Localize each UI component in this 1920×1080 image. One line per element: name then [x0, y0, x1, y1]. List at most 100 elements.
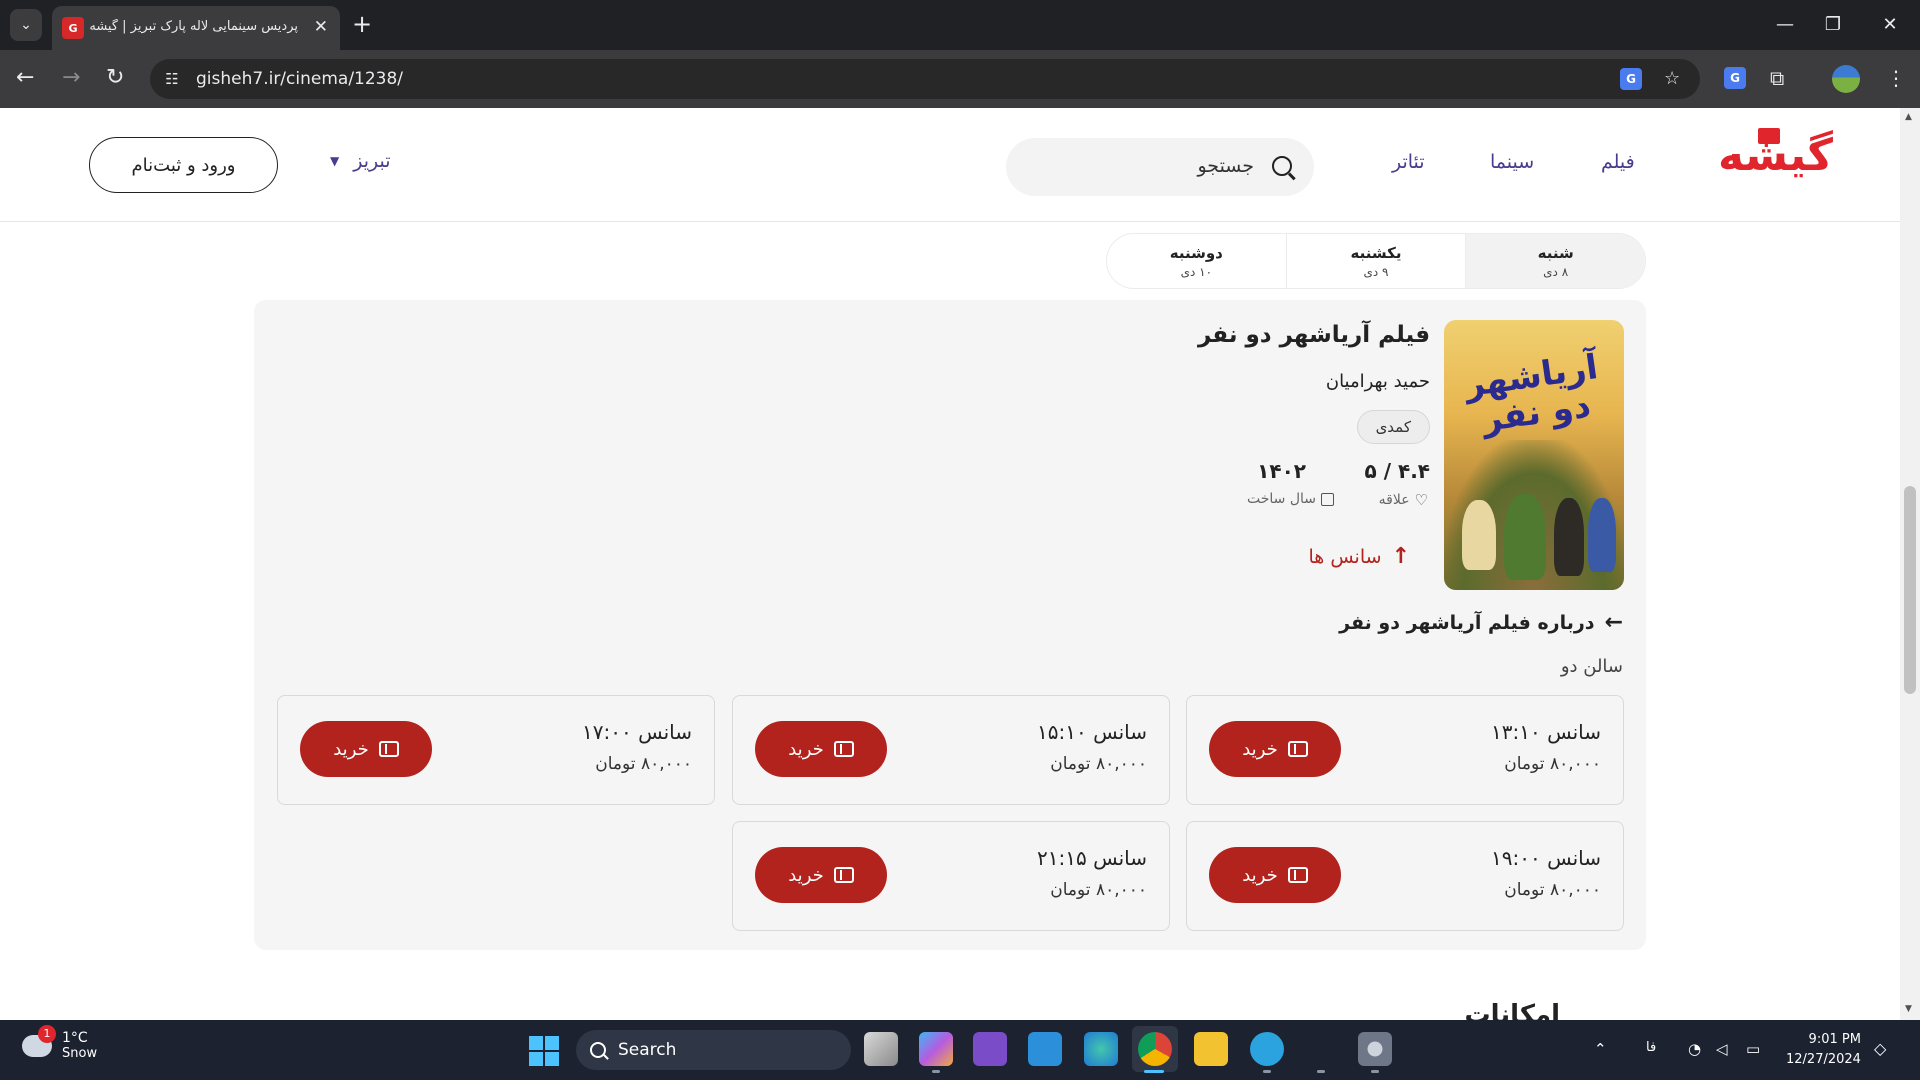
day-date: ۱۰ دی — [1180, 264, 1213, 279]
windows-start-icon[interactable] — [529, 1036, 559, 1066]
scroll-thumb[interactable] — [1904, 486, 1916, 694]
day-tab-sunday[interactable]: یکشنبه ۹ دی — [1285, 234, 1466, 288]
nav-link-theater[interactable]: تئاتر — [1392, 151, 1425, 173]
browser-tab[interactable]: G پردیس سینمایی لاله پارک تبریز | گیشه ✕ — [52, 6, 340, 50]
about-movie-link[interactable]: ← درباره فیلم آریاشهر دو نفر — [1339, 610, 1623, 635]
notification-bell-icon[interactable]: ◇ — [1874, 1039, 1886, 1058]
system-clock[interactable]: 9:01 PM 12/27/2024 — [1786, 1030, 1861, 1070]
site-logo[interactable]: گیشه — [1718, 130, 1835, 181]
showtime-price: ۸۰,۰۰۰ تومان — [1050, 754, 1147, 774]
day-date: ۸ دی — [1543, 264, 1569, 279]
show-hidden-icons-chevron-icon[interactable]: ⌃ — [1594, 1040, 1607, 1058]
heart-icon: ♡ — [1414, 491, 1428, 509]
city-selector[interactable]: تبریز ▼ — [330, 150, 391, 172]
running-indicator — [932, 1070, 940, 1073]
day-tabs: شنبه ۸ دی یکشنبه ۹ دی دوشنبه ۱۰ دی — [1106, 233, 1646, 289]
year-value: ۱۴۰۲ — [1257, 459, 1306, 483]
reload-icon[interactable]: ↻ — [106, 65, 124, 91]
scroll-up-icon[interactable]: ▲ — [1905, 112, 1912, 122]
showtime-card: سانس ۱۳:۱۰ ۸۰,۰۰۰ تومان خرید — [1186, 695, 1624, 805]
forward-arrow-icon[interactable]: → — [62, 65, 80, 91]
tab-close-icon[interactable]: ✕ — [314, 17, 328, 37]
showtime-card: سانس ۱۷:۰۰ ۸۰,۰۰۰ تومان خرید — [277, 695, 715, 805]
buy-button[interactable]: خرید — [1209, 721, 1341, 777]
window-close-button[interactable]: ✕ — [1870, 10, 1910, 38]
extensions-puzzle-icon[interactable]: ⧉ — [1770, 65, 1784, 91]
year-label-text: سال ساخت — [1246, 491, 1316, 507]
site-info-icon[interactable]: ☷ — [160, 67, 184, 91]
poster-figures — [1444, 440, 1624, 590]
clock-date: 12/27/2024 — [1786, 1052, 1861, 1067]
settings-gear-icon[interactable] — [1358, 1032, 1392, 1066]
showtime-card: سانس ۱۵:۱۰ ۸۰,۰۰۰ تومان خرید — [732, 695, 1170, 805]
day-tab-saturday[interactable]: شنبه ۸ دی — [1465, 234, 1645, 288]
buy-button[interactable]: خرید — [300, 721, 432, 777]
weather-widget[interactable]: 1 1°C Snow — [22, 1024, 97, 1061]
movie-director[interactable]: حمید بهرامیان — [1326, 371, 1430, 392]
translate-icon[interactable]: G — [1620, 68, 1642, 90]
minimize-button[interactable]: — — [1765, 10, 1805, 38]
new-tab-button[interactable]: + — [352, 11, 372, 37]
menu-kebab-icon[interactable]: ⋮ — [1886, 65, 1906, 91]
sessions-link[interactable]: ↑ سانس ها — [1308, 544, 1410, 569]
tab-search-dropdown[interactable]: ⌄ — [10, 9, 42, 41]
buy-label: خرید — [788, 864, 824, 886]
showtime-price: ۸۰,۰۰۰ تومان — [595, 754, 692, 774]
year-label: سال ساخت — [1247, 491, 1334, 507]
search-icon — [1272, 156, 1292, 176]
copilot-icon[interactable] — [919, 1032, 953, 1066]
file-explorer-icon[interactable] — [1194, 1032, 1228, 1066]
day-tab-monday[interactable]: دوشنبه ۱۰ دی — [1107, 234, 1286, 288]
showtime-time: سانس ۱۳:۱۰ — [1491, 720, 1601, 744]
ticket-icon — [1287, 867, 1308, 883]
running-indicator — [1371, 1070, 1379, 1073]
url-text[interactable]: gisheh7.ir/cinema/1238/ — [196, 69, 403, 89]
movie-title: فیلم آریاشهر دو نفر — [1198, 322, 1430, 348]
language-indicator[interactable]: فا — [1646, 1040, 1656, 1055]
showtime-price: ۸۰,۰۰۰ تومان — [1504, 754, 1601, 774]
ticket-icon — [833, 741, 854, 757]
showtime-price: ۸۰,۰۰۰ تومان — [1050, 880, 1147, 900]
buy-button[interactable]: خرید — [755, 847, 887, 903]
buy-label: خرید — [333, 738, 369, 760]
vscode-icon[interactable] — [1028, 1032, 1062, 1066]
taskbar-search-label: Search — [618, 1040, 677, 1060]
translate-extension-icon[interactable]: G — [1724, 67, 1746, 89]
address-bar[interactable]: ☷ gisheh7.ir/cinema/1238/ G ☆ — [150, 59, 1700, 99]
restore-button[interactable]: ❐ — [1813, 10, 1853, 38]
poster-title: آریاشهر دو نفر — [1462, 347, 1601, 441]
scroll-down-icon[interactable]: ▼ — [1905, 1004, 1912, 1014]
login-button[interactable]: ورود و ثبت‌نام — [89, 137, 278, 193]
chrome-taskbar-slot[interactable] — [1132, 1026, 1178, 1072]
wifi-icon[interactable]: ◔ — [1688, 1040, 1701, 1058]
visual-studio-icon[interactable] — [973, 1032, 1007, 1066]
showtime-time: سانس ۲۱:۱۵ — [1037, 846, 1147, 870]
weather-temp: 1°C — [62, 1030, 88, 1046]
telegram-icon[interactable] — [1250, 1032, 1284, 1066]
ticket-icon — [378, 741, 399, 757]
edge-icon[interactable] — [1084, 1032, 1118, 1066]
profile-avatar[interactable] — [1832, 65, 1860, 93]
battery-icon[interactable]: ▭ — [1746, 1040, 1760, 1058]
active-indicator — [1144, 1070, 1164, 1073]
taskbar-search[interactable]: Search — [576, 1030, 851, 1070]
browser-toolbar: ← → ↻ ☷ gisheh7.ir/cinema/1238/ G ☆ G ⧉ … — [0, 50, 1920, 108]
rating-label: ♡ علاقه — [1379, 491, 1428, 509]
chrome-icon — [1138, 1032, 1172, 1066]
bookmark-star-icon[interactable]: ☆ — [1664, 67, 1680, 91]
volume-icon[interactable]: ◁ — [1716, 1040, 1728, 1058]
about-movie-label: درباره فیلم آریاشهر دو نفر — [1339, 611, 1595, 634]
search-input[interactable]: جستجو — [1006, 138, 1314, 196]
nav-link-film[interactable]: فیلم — [1601, 151, 1635, 173]
showtime-time: سانس ۱۹:۰۰ — [1491, 846, 1601, 870]
task-view-icon[interactable] — [864, 1032, 898, 1066]
buy-button[interactable]: خرید — [755, 721, 887, 777]
city-label: تبریز — [353, 150, 391, 172]
movie-poster[interactable]: آریاشهر دو نفر — [1444, 320, 1624, 590]
back-arrow-icon[interactable]: ← — [16, 65, 34, 91]
windows-taskbar: 1 1°C Snow Search ⌃ فا ◔ ◁ ▭ 9:01 PM 12/… — [0, 1020, 1920, 1080]
page-scrollbar[interactable]: ▲ ▼ — [1900, 108, 1920, 1020]
buy-button[interactable]: خرید — [1209, 847, 1341, 903]
nav-link-cinema[interactable]: سینما — [1490, 151, 1534, 173]
genre-badge[interactable]: کمدی — [1356, 410, 1430, 444]
